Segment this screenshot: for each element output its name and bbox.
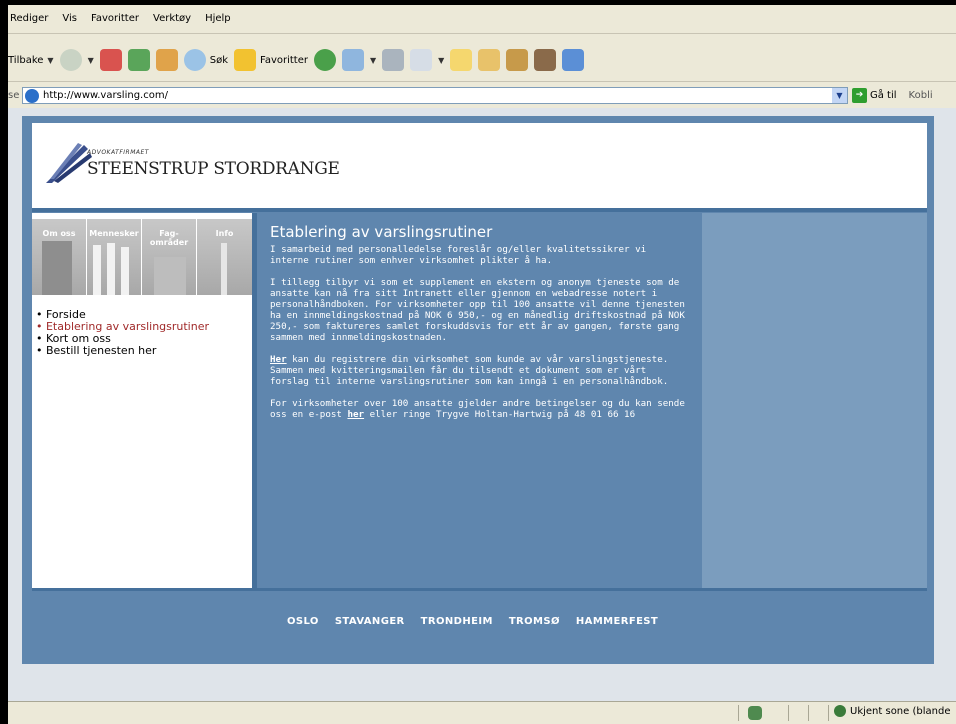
search-icon: [183, 49, 206, 71]
page-icon: [25, 88, 39, 103]
office-oslo[interactable]: OSLO: [287, 616, 319, 627]
register-text: kan du registrere din virksomhet som kun…: [270, 354, 669, 387]
logo-name[interactable]: STEENSTRUP STORDRANGE: [87, 159, 340, 179]
tile-practice-areas-label: Fag- områder: [149, 229, 189, 247]
menu-view[interactable]: Vis: [60, 13, 79, 31]
tile-about[interactable]: Om oss: [32, 219, 87, 295]
office-trondheim[interactable]: TRONDHEIM: [421, 616, 493, 627]
main-content: Etablering av varslingsrutiner I samarbe…: [257, 213, 702, 588]
menu-help[interactable]: Hjelp: [203, 13, 233, 31]
contact-text-b: eller ringe Trygve Holtan-Hartwig på 48 …: [364, 409, 636, 420]
intro-paragraph: I samarbeid med personalledelse foreslår…: [270, 244, 647, 266]
status-separator: [808, 705, 809, 721]
window-frame-left: [0, 0, 8, 724]
menu-bar: Rediger Vis Favoritter Verktøy Hjelp: [8, 13, 233, 31]
nav-image-strip: Om oss Mennesker Fag- områder Info: [32, 219, 252, 295]
search-button[interactable]: Søk: [183, 49, 228, 71]
research-icon[interactable]: [478, 49, 501, 71]
star-icon: [234, 49, 256, 71]
books-icon[interactable]: [506, 49, 529, 71]
menu-tools[interactable]: Verktøy: [151, 13, 193, 31]
pillar-shape: [107, 243, 115, 295]
status-bar: Ukjent sone (blande: [8, 701, 956, 724]
discuss-icon[interactable]: [450, 49, 473, 71]
spire-shape: [221, 243, 227, 295]
pillar-shape: [121, 247, 129, 295]
address-input[interactable]: http://www.varsling.com/ ▼: [22, 86, 848, 104]
refresh-icon[interactable]: [127, 49, 150, 71]
right-sidebar: [702, 213, 927, 588]
forward-dropdown-icon[interactable]: ▼: [88, 56, 94, 65]
toolbar-separator: [8, 81, 956, 82]
stop-icon[interactable]: [99, 49, 122, 71]
logo-tagline: ADVOKATFIRMAET: [87, 149, 149, 156]
links-label[interactable]: Kobli: [909, 90, 933, 101]
tile-about-label: Om oss: [42, 229, 76, 238]
address-bar: se http://www.varsling.com/ ▼ ➔ Gå til K…: [8, 85, 956, 105]
go-arrow-icon: ➔: [852, 87, 867, 103]
zone-label: Ukjent sone (blande: [850, 705, 951, 717]
site-page: ADVOKATFIRMAET STEENSTRUP STORDRANGE Om …: [22, 116, 934, 664]
status-separator: [738, 705, 739, 721]
print-icon[interactable]: [382, 49, 405, 71]
tile-info-label: Info: [215, 229, 234, 238]
email-link[interactable]: her: [347, 409, 364, 420]
edit-icon[interactable]: [410, 49, 433, 71]
menu-favorites[interactable]: Favoritter: [89, 13, 141, 31]
mail-dropdown-icon[interactable]: ▼: [370, 56, 376, 65]
tile-people[interactable]: Mennesker: [87, 219, 142, 295]
office-hammerfest[interactable]: HAMMERFEST: [576, 616, 658, 627]
home-icon[interactable]: [155, 49, 178, 71]
page-viewport: ADVOKATFIRMAET STEENSTRUP STORDRANGE Om …: [8, 108, 956, 701]
status-separator: [788, 705, 789, 721]
left-navigation: Om oss Mennesker Fag- områder Info • For…: [32, 213, 252, 588]
address-url: http://www.varsling.com/: [43, 89, 168, 101]
go-label: Gå til: [870, 89, 897, 101]
menu-separator: [8, 33, 956, 34]
register-link[interactable]: Her: [270, 354, 287, 365]
nav-item-order[interactable]: • Bestill tjenesten her: [36, 345, 209, 357]
page-status-icon: [748, 706, 762, 720]
sculpture-shape: [42, 241, 72, 295]
office-stavanger[interactable]: STAVANGER: [335, 616, 405, 627]
history-icon[interactable]: [314, 49, 336, 71]
go-button[interactable]: ➔ Gå til: [852, 87, 897, 103]
tile-people-label: Mennesker: [89, 229, 139, 238]
menu-edit[interactable]: Rediger: [8, 13, 50, 31]
office-links: OSLO STAVANGER TRONDHEIM TROMSØ HAMMERFE…: [287, 616, 658, 627]
page-title: Etablering av varslingsrutiner: [270, 223, 493, 241]
search-label: Søk: [209, 54, 228, 66]
globe-icon: [834, 705, 846, 717]
toolbar: Tilbake ▼ ▼ Søk Favoritter ▼ ▼: [8, 45, 585, 75]
footer-divider: [32, 588, 927, 591]
address-dropdown-icon[interactable]: ▼: [832, 87, 847, 103]
nav-list: • Forside • Etablering av varslingsrutin…: [36, 309, 209, 357]
security-zone[interactable]: Ukjent sone (blande: [834, 705, 950, 717]
back-button[interactable]: Tilbake ▼: [8, 55, 54, 66]
back-dropdown-icon[interactable]: ▼: [47, 56, 53, 65]
office-tromso[interactable]: TROMSØ: [509, 616, 560, 627]
tile-practice-areas[interactable]: Fag- områder: [142, 219, 197, 295]
rock-shape: [154, 257, 186, 295]
contact-paragraph: For virksomheter over 100 ansatte gjelde…: [270, 398, 689, 420]
mail-icon[interactable]: [342, 49, 364, 71]
favorites-label: Favoritter: [260, 54, 308, 66]
register-paragraph: Her kan du registrere din virksomhet som…: [270, 354, 689, 387]
favorites-button[interactable]: Favoritter: [234, 49, 308, 71]
header-divider: [32, 208, 927, 212]
back-label: Tilbake: [8, 54, 44, 66]
tool-icon[interactable]: [534, 49, 557, 71]
logo-panel: ADVOKATFIRMAET STEENSTRUP STORDRANGE: [32, 123, 927, 208]
pricing-paragraph: I tillegg tilbyr vi som et supplement en…: [270, 277, 685, 343]
edit-dropdown-icon[interactable]: ▼: [438, 56, 444, 65]
status-separator: [828, 705, 829, 721]
pillar-shape: [93, 245, 101, 295]
browser-chrome: Rediger Vis Favoritter Verktøy Hjelp Til…: [8, 5, 956, 108]
address-label: se: [8, 89, 20, 101]
messenger-icon[interactable]: [562, 49, 585, 71]
tile-info[interactable]: Info: [197, 219, 252, 295]
forward-icon[interactable]: [59, 49, 82, 71]
